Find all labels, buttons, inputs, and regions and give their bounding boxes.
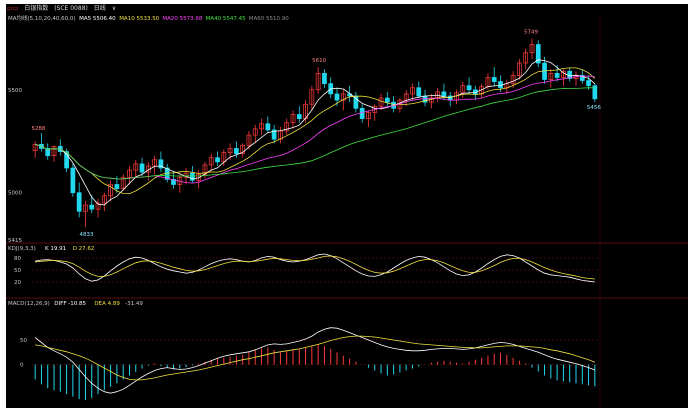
chevron-down-icon: ∨	[111, 5, 117, 12]
candle-body	[359, 107, 365, 119]
candlestick-chart[interactable]: MA均线(5,10,20,40,60,0) MA5 5506.40 MA10 553…	[6, 14, 688, 408]
chart-titlebar: ▭▭ 白银指数 (SCE 0088) 日线 ∨	[6, 4, 688, 14]
price-high-label-1: 5610	[312, 58, 326, 64]
candle-body	[447, 95, 453, 101]
ma40-line	[34, 87, 595, 180]
ma-legend-item: MA5 5506.40	[79, 16, 116, 22]
candle-body	[296, 114, 302, 119]
instrument-name: 白银指数	[24, 5, 49, 12]
macd-legend-item: DIFF -10.85	[54, 301, 86, 307]
kdj-legend-item: KDJ(9,3,3)	[8, 246, 36, 252]
price-y-tick: 5500	[8, 88, 22, 94]
price-corner-label: 5415	[8, 238, 22, 244]
candle-body	[70, 167, 76, 194]
candle-body	[586, 80, 591, 87]
ma5-line	[34, 59, 596, 206]
candle-body	[322, 72, 327, 84]
candle-body	[139, 163, 145, 173]
kdj-y-tick: 80	[14, 256, 21, 262]
price-peak-label: 5288	[31, 126, 45, 132]
kdj-d-line	[35, 255, 595, 280]
candle-body	[114, 184, 120, 189]
kdj-legend-item: K 19.91	[45, 246, 66, 252]
candle-body	[554, 72, 560, 78]
ma10-line	[34, 67, 596, 195]
macd-legend-item: MACD(12,26,9)	[8, 301, 50, 307]
price-low-label: 4833	[79, 232, 93, 238]
candle-body	[416, 87, 422, 97]
candle-body	[384, 97, 390, 103]
price-y-tick: 5000	[8, 191, 22, 197]
candle-body	[491, 77, 497, 82]
ma-legend-item: MA60 5510.90	[249, 16, 289, 22]
candle-body	[215, 157, 220, 163]
price-last-label: 5456	[587, 105, 601, 111]
period-selector[interactable]: 日线 ∨	[94, 4, 120, 14]
candle-body	[334, 93, 340, 101]
kdj-y-tick: 50	[14, 268, 21, 274]
price-high-label-2: 5749	[524, 30, 538, 36]
candle-body	[76, 192, 82, 212]
candle-body	[265, 123, 271, 131]
macd-dif-line	[34, 327, 596, 394]
candle-body	[234, 148, 239, 154]
logo-icon: ▭▭	[7, 5, 19, 12]
macd-y-tick: 50	[20, 338, 27, 344]
chart-frame: ▭▭ 白银指数 (SCE 0088) 日线 ∨ MA均线(5,10,20,40,…	[6, 4, 688, 408]
ma20-line	[34, 75, 595, 184]
ma-legend-item: MA均线(5,10,20,40,60,0)	[8, 14, 76, 22]
macd-y-tick: 0	[20, 363, 24, 369]
ma-legend-item: MA40 5547.45	[206, 16, 246, 22]
kdj-y-tick: 20	[14, 280, 21, 286]
macd-legend-item: DEA 4.89	[94, 301, 120, 307]
candle-body	[466, 85, 472, 91]
ma-legend-item: MA20 5573.68	[162, 16, 202, 22]
ma-legend-item: MA10 5533.50	[119, 16, 159, 22]
candle-body	[441, 91, 447, 97]
kdj-legend-item: D 27.62	[73, 246, 95, 252]
macd-legend-item: -31.49	[125, 301, 143, 307]
instrument-code: (SCE 0088)	[54, 5, 88, 12]
candle-body	[89, 204, 95, 210]
period-label: 日线	[93, 5, 106, 12]
macd-dea-line	[35, 335, 596, 381]
